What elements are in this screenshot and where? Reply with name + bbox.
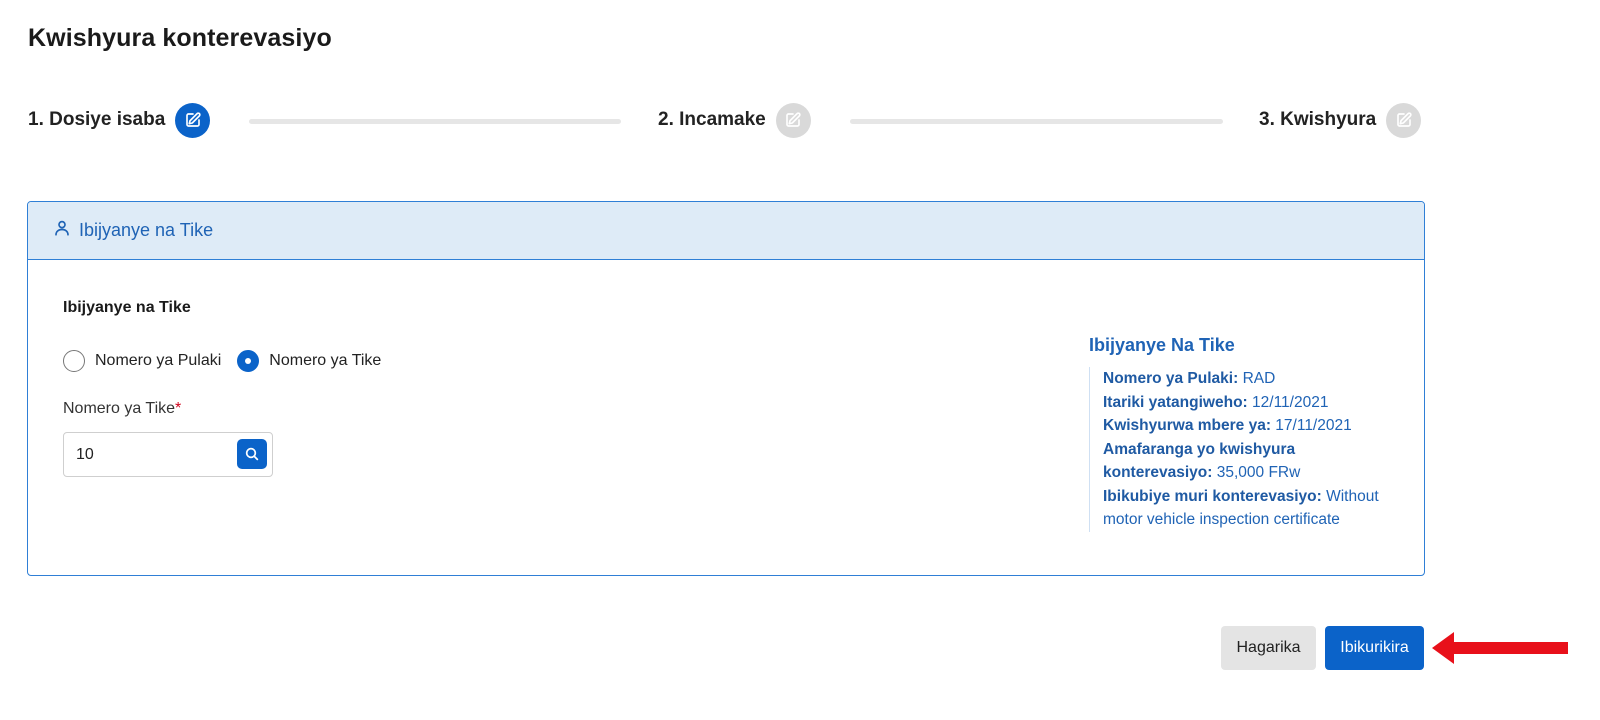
next-button[interactable]: Ibikurikira [1325, 626, 1424, 670]
summary-row: Ibikubiye muri konterevasiyo: Without mo… [1103, 485, 1389, 532]
edit-icon[interactable] [1386, 102, 1422, 138]
summary-label: Nomero ya Pulaki: [1103, 370, 1239, 387]
search-icon [245, 447, 259, 461]
edit-icon[interactable] [775, 102, 811, 138]
search-by-radio-group: Nomero ya Pulaki Nomero ya Tike [63, 350, 397, 372]
radio-label-ticket-number[interactable]: Nomero ya Tike [269, 352, 381, 370]
page-title: Kwishyura konterevasiyo [28, 24, 332, 52]
step-label: 3. Kwishyura [1259, 109, 1377, 130]
summary-label: Itariki yatangiweho: [1103, 393, 1248, 411]
required-mark: * [175, 400, 182, 417]
cancel-button[interactable]: Hagarika [1221, 626, 1316, 670]
step-connector [850, 119, 1223, 124]
summary-list: Nomero ya Pulaki: RAD Itariki yatangiweh… [1089, 367, 1389, 532]
panel-header-title: Ibijyanye na Tike [79, 220, 214, 240]
summary-value: 12/11/2021 [1252, 393, 1329, 411]
edit-icon[interactable] [175, 102, 211, 138]
user-icon [53, 219, 71, 242]
step-connector [249, 119, 621, 124]
step-label: 1. Dosiye isaba [28, 109, 166, 130]
step-incamake[interactable]: 2. Incamake [658, 102, 811, 138]
ticket-number-field [63, 432, 273, 477]
step-dosiye-isaba[interactable]: 1. Dosiye isaba [28, 102, 211, 138]
summary-title: Ibijyanye Na Tike [1089, 335, 1235, 355]
summary-row: Itariki yatangiweho: 12/11/2021 [1103, 391, 1389, 415]
step-kwishyura[interactable]: 3. Kwishyura [1259, 102, 1422, 138]
section-title: Ibijyanye na Tike [63, 299, 191, 316]
ticket-number-label-text: Nomero ya Tike [63, 400, 176, 417]
radio-label-plate-number[interactable]: Nomero ya Pulaki [95, 352, 221, 370]
step-label: 2. Incamake [658, 109, 766, 130]
search-button[interactable] [237, 439, 267, 469]
arrow-left-icon [1432, 632, 1568, 664]
ticket-number-label: Nomero ya Tike* [63, 400, 181, 418]
summary-row: Nomero ya Pulaki: RAD [1103, 367, 1389, 391]
ticket-number-input[interactable] [76, 443, 226, 467]
panel-header: Ibijyanye na Tike [28, 202, 1424, 260]
summary-row: Kwishyurwa mbere ya: 17/11/2021 [1103, 414, 1389, 438]
radio-ticket-number[interactable] [237, 350, 260, 372]
radio-plate-number[interactable] [63, 350, 85, 372]
summary-value: RAD [1242, 370, 1276, 387]
summary-row: Amafaranga yo kwishyura konterevasiyo: 3… [1103, 438, 1389, 485]
summary-value: 17/11/2021 [1275, 417, 1352, 434]
summary-value: 35,000 FRw [1216, 464, 1301, 481]
ticket-info-panel: Ibijyanye na Tike Ibijyanye na Tike Nome… [27, 201, 1425, 576]
summary-label: Ibikubiye muri konterevasiyo: [1103, 487, 1322, 505]
summary-label: Kwishyurwa mbere ya: [1103, 417, 1271, 434]
